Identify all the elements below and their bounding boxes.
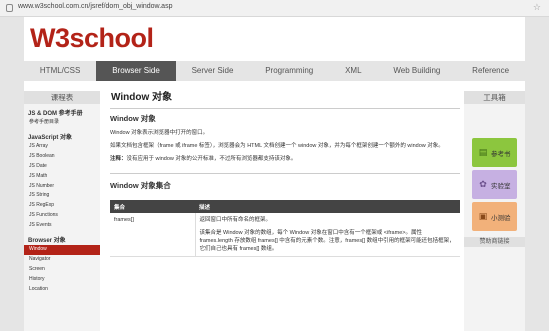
sidebar-link[interactable]: JS RegExp	[24, 201, 100, 211]
nav-tab-reference[interactable]: Reference	[456, 61, 525, 81]
desc-line: 该集合是 Window 对象的数组，每个 Window 对象在窗口中含有一个框架…	[199, 230, 455, 252]
note-paragraph: 注释：没有应用于 window 对象的公开标准，不过所有浏览器都支持该对象。	[110, 155, 460, 163]
sidebar-link[interactable]: Location	[24, 285, 100, 295]
left-sidebar: 课程表 JS & DOM 参考手册 参考手册目录 JavaScript 对象 J…	[24, 91, 100, 331]
paragraph: Window 对象表示浏览器中打开的窗口。	[110, 130, 209, 136]
sidebar-section-heading: Browser 对象	[28, 238, 66, 245]
table-header-row: 集合 描述	[110, 200, 460, 213]
right-sidebar: 工具箱 ▤ 参考书 ✿ 实验室 ▣ 小测验 赞助商链接	[464, 91, 525, 331]
note-text: 没有应用于 window 对象的公开标准，不过所有浏览器都支持该对象。	[126, 156, 297, 162]
sidebar-title: 课程表	[24, 91, 100, 104]
sidebar-link[interactable]: JS Boolean	[24, 152, 100, 162]
sidebar-link[interactable]: JS Date	[24, 162, 100, 172]
table-header: 集合	[110, 200, 195, 213]
tool-label: 小测验	[491, 215, 511, 222]
paragraph: 如果文档包含框架（frame 或 iframe 标签），浏览器会为 HTML 文…	[110, 143, 444, 149]
nav-tab-xml[interactable]: XML	[329, 61, 377, 81]
sidebar-link[interactable]: JS Events	[24, 221, 100, 231]
sidebar-section-heading: JS & DOM 参考手册	[28, 111, 83, 117]
divider	[110, 108, 460, 109]
bookmark-star-icon[interactable]: ☆	[533, 2, 541, 13]
sidebar-link-active[interactable]: Window	[24, 245, 100, 255]
tool-label: 参考书	[491, 151, 511, 158]
url-text[interactable]: www.w3school.com.cn/jsref/dom_obj_window…	[18, 3, 172, 10]
sponsor-links-title: 赞助商链接	[464, 237, 525, 247]
divider	[110, 173, 460, 174]
lock-icon	[6, 4, 13, 12]
sidebar-link[interactable]: JS Number	[24, 182, 100, 192]
sidebar-link[interactable]: JS Functions	[24, 211, 100, 221]
main-content: Window 对象 Window 对象 Window 对象表示浏览器中打开的窗口…	[110, 91, 460, 331]
tool-label: 实验室	[491, 183, 511, 190]
sidebar-link[interactable]: 参考手册目录	[24, 118, 100, 128]
sidebar-link[interactable]: JS Math	[24, 172, 100, 182]
quiz-button[interactable]: ▣ 小测验	[472, 202, 517, 231]
sidebar-link[interactable]: Screen	[24, 265, 100, 275]
sidebar-section-heading: JavaScript 对象	[28, 134, 73, 141]
page-background: W3school HTML/CSS Browser Side Server Si…	[0, 17, 549, 331]
table-cell-desc: 返回窗口中所有命名的框架。 该集合是 Window 对象的数组，每个 Windo…	[195, 213, 460, 257]
table-cell-name[interactable]: frames[]	[110, 213, 196, 257]
sidebar-link[interactable]: History	[24, 275, 100, 285]
nav-tab-html-css[interactable]: HTML/CSS	[24, 61, 96, 81]
nav-tab-server-side[interactable]: Server Side	[176, 61, 250, 81]
top-nav: HTML/CSS Browser Side Server Side Progra…	[24, 61, 525, 81]
collections-table: 集合 描述 frames[] 返回窗口中所有命名的框架。 该集合是 Window…	[110, 200, 460, 257]
reference-book-button[interactable]: ▤ 参考书	[472, 138, 517, 167]
desc-line: 返回窗口中所有命名的框架。	[199, 217, 272, 223]
site-logo[interactable]: W3school	[30, 23, 154, 53]
sidebar-link[interactable]: JS Array	[24, 142, 100, 152]
sidebar-link[interactable]: Navigator	[24, 255, 100, 265]
toolbox-title: 工具箱	[464, 91, 525, 104]
table-header: 描述	[195, 200, 460, 213]
book-icon: ▤	[478, 147, 488, 157]
table-row: frames[] 返回窗口中所有命名的框架。 该集合是 Window 对象的数组…	[110, 213, 460, 257]
section-heading: Window 对象集合	[110, 181, 171, 190]
sidebar-link[interactable]: JS String	[24, 191, 100, 201]
nav-tab-web-building[interactable]: Web Building	[377, 61, 456, 81]
section-heading: Window 对象	[110, 114, 156, 123]
nav-tab-browser-side[interactable]: Browser Side	[96, 61, 176, 81]
note-label: 注释：	[110, 156, 127, 162]
address-bar[interactable]: www.w3school.com.cn/jsref/dom_obj_window…	[0, 0, 549, 17]
quiz-icon: ▣	[478, 211, 488, 221]
page-wrapper: W3school HTML/CSS Browser Side Server Si…	[24, 17, 525, 331]
gear-icon: ✿	[479, 179, 487, 189]
page-title: Window 对象	[111, 92, 173, 103]
nav-tab-programming[interactable]: Programming	[249, 61, 329, 81]
lab-button[interactable]: ✿ 实验室	[472, 170, 517, 199]
